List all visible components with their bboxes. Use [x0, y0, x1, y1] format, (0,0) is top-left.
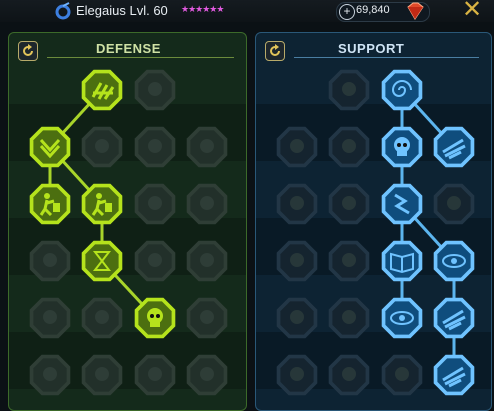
locked-icon [290, 253, 304, 267]
locked-icon [95, 310, 109, 324]
locked-icon [290, 139, 304, 153]
skill-node-def-r1-c2[interactable] [79, 67, 125, 113]
champion-name: Elegaius Lvl. 60 [76, 3, 168, 18]
support-title: SUPPORT [338, 41, 405, 56]
locked-icon [342, 367, 356, 381]
locked-icon [200, 253, 214, 267]
locked-icon [43, 310, 57, 324]
locked-icon [148, 82, 162, 96]
skill-node-sup-r4-c1[interactable] [274, 238, 320, 284]
skill-node-def-r3-c3[interactable] [132, 181, 178, 227]
locked-icon [43, 367, 57, 381]
skill-node-def-r6-c4[interactable] [184, 352, 230, 398]
skill-node-def-r3-c2[interactable] [79, 181, 125, 227]
locked-icon [95, 139, 109, 153]
add-currency-button[interactable]: + [339, 4, 355, 20]
skill-node-sup-r5-c2[interactable] [326, 295, 372, 341]
locked-icon [342, 253, 356, 267]
skill-node-def-r2-c2[interactable] [79, 124, 125, 170]
locked-icon [200, 196, 214, 210]
skill-node-def-r6-c2[interactable] [79, 352, 125, 398]
skill-node-def-r6-c1[interactable] [27, 352, 73, 398]
currency-value: 69,840 [356, 4, 390, 16]
title-divider [47, 57, 234, 58]
defense-title: DEFENSE [96, 41, 161, 56]
locked-icon [290, 367, 304, 381]
locked-icon [342, 82, 356, 96]
skill-node-sup-r3-c1[interactable] [274, 181, 320, 227]
skill-node-sup-r4-c4[interactable] [431, 238, 477, 284]
skill-node-def-r3-c1[interactable] [27, 181, 73, 227]
skill-node-def-r4-c2[interactable] [79, 238, 125, 284]
skill-node-sup-r2-c1[interactable] [274, 124, 320, 170]
skill-node-sup-r6-c4[interactable] [431, 352, 477, 398]
close-button[interactable]: ✕ [460, 0, 484, 22]
skill-node-def-r2-c1[interactable] [27, 124, 73, 170]
defense-panel: DEFENSE [8, 32, 247, 411]
gem-icon [407, 2, 424, 20]
skill-node-sup-r2-c4[interactable] [431, 124, 477, 170]
reset-button[interactable] [18, 41, 38, 61]
skill-node-sup-r5-c1[interactable] [274, 295, 320, 341]
reset-icon [23, 44, 33, 56]
star-rating: ★★★★★★ [181, 4, 224, 14]
skill-node-sup-r5-c3[interactable] [379, 295, 425, 341]
locked-icon [447, 196, 461, 210]
skill-node-sup-r3-c4[interactable] [431, 181, 477, 227]
skill-node-def-r4-c1[interactable] [27, 238, 73, 284]
skill-node-sup-r4-c3[interactable] [379, 238, 425, 284]
locked-icon [342, 310, 356, 324]
locked-icon [200, 139, 214, 153]
title-divider [294, 57, 479, 58]
locked-icon [395, 367, 409, 381]
locked-icon [148, 367, 162, 381]
skill-node-sup-r2-c3[interactable] [379, 124, 425, 170]
locked-icon [200, 367, 214, 381]
locked-icon [43, 253, 57, 267]
skill-node-sup-r2-c2[interactable] [326, 124, 372, 170]
skill-node-def-r4-c3[interactable] [132, 238, 178, 284]
skill-node-sup-r3-c2[interactable] [326, 181, 372, 227]
skill-node-sup-r5-c4[interactable] [431, 295, 477, 341]
skill-node-def-r2-c3[interactable] [132, 124, 178, 170]
skill-node-sup-r3-c3[interactable] [379, 181, 425, 227]
locked-icon [290, 196, 304, 210]
locked-icon [290, 310, 304, 324]
locked-icon [200, 310, 214, 324]
skill-node-sup-r6-c3[interactable] [379, 352, 425, 398]
locked-icon [342, 139, 356, 153]
reset-icon [270, 44, 280, 56]
skill-node-sup-r4-c2[interactable] [326, 238, 372, 284]
skill-node-def-r1-c3[interactable] [132, 67, 178, 113]
skill-node-def-r6-c3[interactable] [132, 352, 178, 398]
skill-node-def-r5-c2[interactable] [79, 295, 125, 341]
skill-node-def-r5-c1[interactable] [27, 295, 73, 341]
skill-node-def-r3-c4[interactable] [184, 181, 230, 227]
locked-icon [148, 196, 162, 210]
affinity-swirl-icon [55, 2, 71, 20]
locked-icon [95, 367, 109, 381]
support-panel: SUPPORT [255, 32, 492, 411]
skill-node-def-r5-c3[interactable] [132, 295, 178, 341]
locked-icon [148, 139, 162, 153]
skill-node-sup-r6-c2[interactable] [326, 352, 372, 398]
skill-node-sup-r6-c1[interactable] [274, 352, 320, 398]
reset-button[interactable] [265, 41, 285, 61]
skill-node-sup-r1-c3[interactable] [379, 67, 425, 113]
skill-node-sup-r1-c2[interactable] [326, 67, 372, 113]
locked-icon [148, 253, 162, 267]
skill-node-def-r2-c4[interactable] [184, 124, 230, 170]
skill-node-def-r4-c4[interactable] [184, 238, 230, 284]
skill-node-def-r5-c4[interactable] [184, 295, 230, 341]
locked-icon [342, 196, 356, 210]
